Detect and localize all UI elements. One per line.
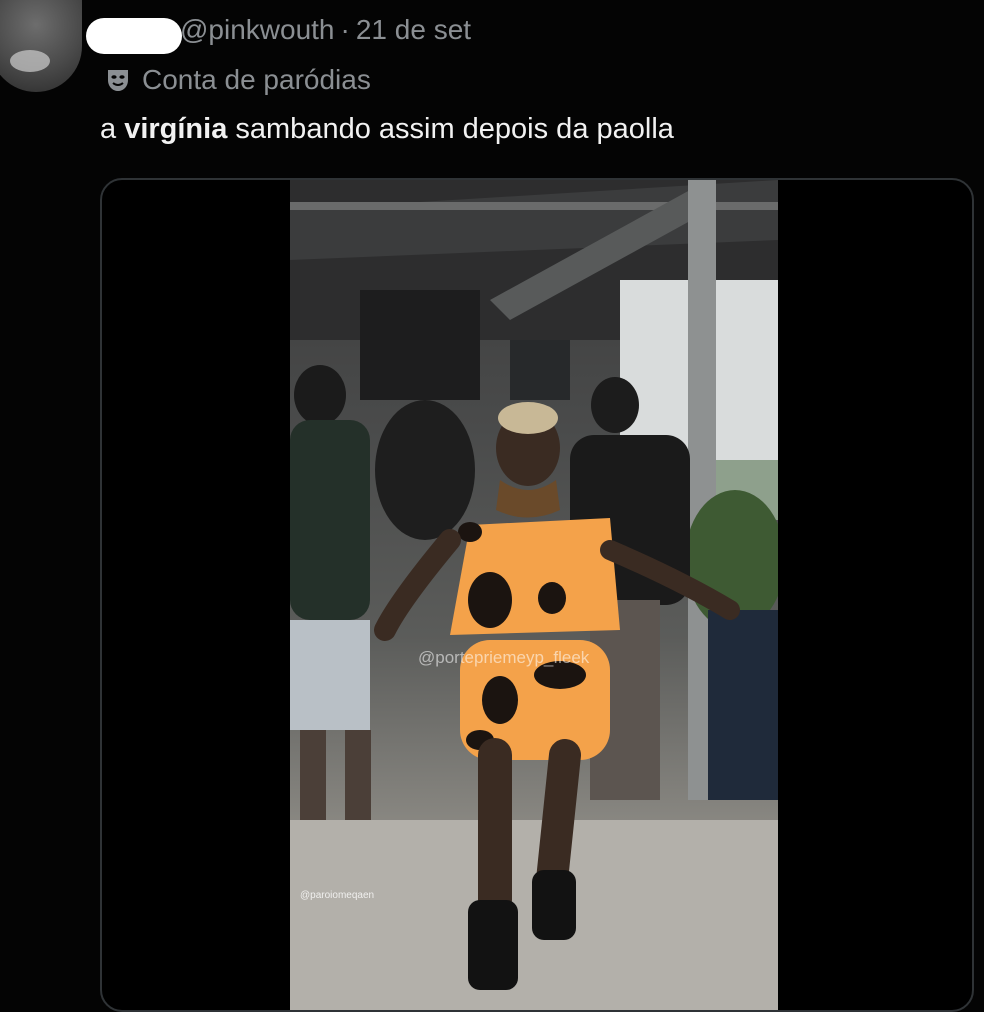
tweet-header: @pinkwouth · 21 de set <box>180 14 471 46</box>
parody-label: Conta de paródias <box>104 64 371 96</box>
parody-account-label: Conta de paródias <box>142 64 371 95</box>
tweet-date[interactable]: 21 de set <box>356 14 471 45</box>
tweet-text: a virgínia sambando assim depois da paol… <box>100 113 674 146</box>
tweet-text-prefix: a <box>100 113 125 145</box>
video-watermark: @portepriemeyp_fleek <box>418 648 590 667</box>
user-handle[interactable]: @pinkwouth <box>180 14 335 45</box>
theater-mask-icon <box>108 70 128 91</box>
tweet-media[interactable]: @portepriemeyp_fleek @paroiomeqaen <box>100 178 974 1012</box>
video-scene <box>290 180 778 1010</box>
avatar[interactable] <box>0 0 82 92</box>
video-frame[interactable]: @portepriemeyp_fleek @paroiomeqaen <box>290 180 778 1010</box>
video-credit: @paroiomeqaen <box>300 890 375 901</box>
header-separator: · <box>340 14 350 45</box>
tweet-text-bold: virgínia <box>124 113 228 145</box>
redacted-display-name <box>86 18 182 54</box>
avatar-image <box>10 50 50 72</box>
tweet-text-suffix: sambando assim depois da paolla <box>227 113 674 145</box>
